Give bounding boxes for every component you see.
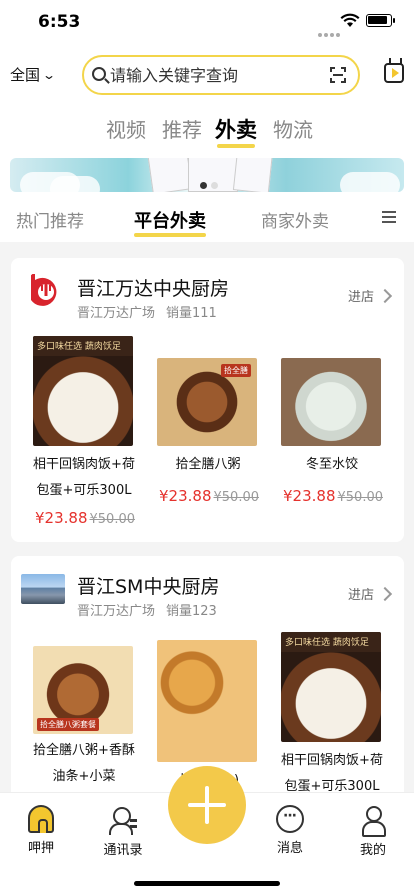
subtab-merchant-takeout[interactable]: 商家外卖 xyxy=(261,207,329,232)
battery-icon xyxy=(366,14,395,27)
subtab-hot[interactable]: 热门推荐 xyxy=(16,207,84,232)
sub-tabs: 热门推荐 平台外卖 商家外卖 xyxy=(0,194,414,242)
search-input[interactable] xyxy=(110,63,320,87)
shop-logo xyxy=(21,574,65,604)
price-current: ¥23.88 xyxy=(35,509,88,527)
chevron-down-icon: ⌄ xyxy=(42,67,57,82)
banner xyxy=(0,154,414,194)
product-image: 拾全膳 xyxy=(157,358,257,446)
product-price: ¥23.88 ¥50.00 xyxy=(29,508,141,527)
enter-shop-button[interactable]: 进店 xyxy=(347,584,393,603)
region-selector[interactable]: 全国 ⌄ xyxy=(10,64,57,85)
add-button[interactable] xyxy=(168,766,246,844)
image-caption: 拾全膳 xyxy=(221,364,251,377)
chevron-right-icon xyxy=(377,288,393,303)
tab-messages[interactable]: 消息 xyxy=(255,805,325,856)
top-bar: 全国 ⌄ xyxy=(0,48,414,104)
tab-label: 我的 xyxy=(359,843,386,858)
product-name: 拾全膳八粥+香酥 油条+小菜 xyxy=(33,743,135,784)
home-icon xyxy=(28,805,54,833)
banner-image[interactable] xyxy=(10,158,404,192)
shop-name: 晋江万达中央厨房 xyxy=(77,278,230,300)
region-label: 全国 xyxy=(10,66,41,84)
tab-label: 消息 xyxy=(276,841,303,856)
status-time: 6:53 xyxy=(38,12,81,32)
tab-profile[interactable]: 我的 xyxy=(338,805,408,858)
message-icon xyxy=(276,805,304,833)
tab-recommend[interactable]: 推荐 xyxy=(162,114,202,143)
product-image: 拾全膳八粥套餐 xyxy=(33,646,133,734)
search-icon xyxy=(92,67,106,81)
shop-name: 晋江SM中央厨房 xyxy=(77,576,220,598)
wifi-icon xyxy=(340,13,360,27)
shop-sales: 销量123 xyxy=(166,604,217,619)
status-bar: 6:53 xyxy=(0,0,414,48)
product-name: 拾全膳八粥 xyxy=(175,457,241,472)
profile-icon xyxy=(359,805,387,837)
tab-video[interactable]: 视频 xyxy=(106,114,146,143)
product-image: 多口味任选 蔬肉饫足 xyxy=(33,336,133,446)
tab-label: 呷押 xyxy=(27,841,54,856)
banner-pagination xyxy=(200,174,222,192)
contacts-icon xyxy=(109,805,137,835)
price-original: ¥50.00 xyxy=(89,512,136,527)
product-price: ¥23.88 ¥50.00 xyxy=(153,486,265,505)
tv-icon[interactable] xyxy=(384,63,404,83)
price-current: ¥23.88 xyxy=(283,487,336,505)
chevron-right-icon xyxy=(377,586,393,601)
tab-label: 通讯录 xyxy=(103,843,143,858)
tab-contacts[interactable]: 通讯录 xyxy=(88,805,158,858)
shop-logo xyxy=(25,270,63,308)
product-image: 多口味任选 蔬肉饫足 xyxy=(281,632,381,742)
tab-takeout[interactable]: 外卖 xyxy=(215,114,257,148)
image-caption: 多口味任选 蔬肉饫足 xyxy=(281,632,381,652)
scan-icon[interactable] xyxy=(330,67,346,83)
signal-icon xyxy=(318,22,342,37)
shop-card[interactable]: 晋江万达中央厨房 晋江万达广场 销量111 进店 多口味任选 蔬肉饫足 相干回锅… xyxy=(11,258,404,542)
price-original: ¥50.00 xyxy=(213,490,260,505)
product-image xyxy=(281,358,381,446)
enter-shop-label: 进店 xyxy=(347,290,374,305)
shop-sales: 销量111 xyxy=(166,306,217,321)
product-image xyxy=(157,640,257,762)
enter-shop-label: 进店 xyxy=(347,588,374,603)
image-caption: 拾全膳八粥套餐 xyxy=(37,718,99,731)
tab-logistics[interactable]: 物流 xyxy=(273,114,313,143)
category-tabs: 视频 推荐 外卖 物流 xyxy=(0,104,414,154)
price-original: ¥50.00 xyxy=(337,490,384,505)
enter-shop-button[interactable]: 进店 xyxy=(347,286,393,305)
product-name: 相干回锅肉饭+荷 包蛋+可乐300L xyxy=(33,457,135,498)
shop-address: 晋江万达广场 xyxy=(77,306,156,321)
shop-address: 晋江万达广场 xyxy=(77,604,156,619)
price-current: ¥23.88 xyxy=(159,487,212,505)
tab-home[interactable]: 呷押 xyxy=(6,805,76,856)
home-indicator xyxy=(134,881,280,886)
search-box[interactable] xyxy=(82,55,360,95)
image-caption: 多口味任选 蔬肉饫足 xyxy=(33,336,133,356)
product-name: 冬至水饺 xyxy=(305,457,358,472)
menu-icon[interactable] xyxy=(382,211,396,223)
product-price: ¥23.88 ¥50.00 xyxy=(277,486,389,505)
subtab-platform-takeout[interactable]: 平台外卖 xyxy=(134,207,206,237)
